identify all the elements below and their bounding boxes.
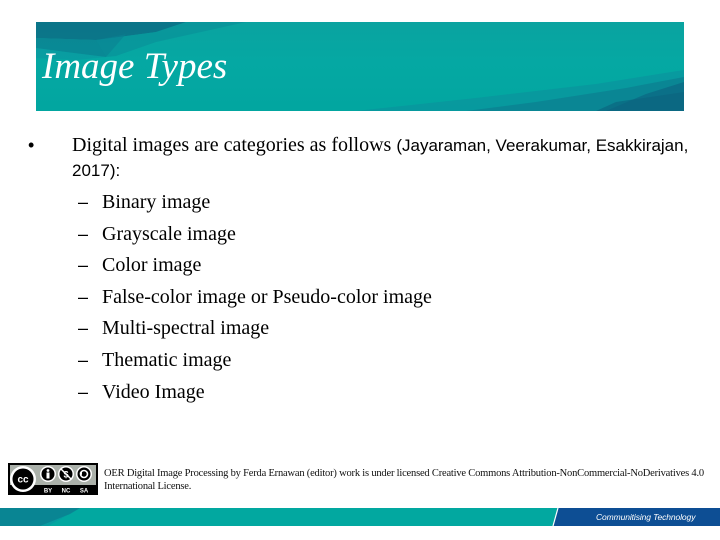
- slide-title: Image Types: [42, 46, 228, 87]
- bullet-text: Digital images are categories as follows…: [72, 133, 702, 183]
- attribution-icon: [40, 466, 56, 482]
- noncommercial-icon: $: [58, 466, 74, 482]
- dash-icon: –: [78, 349, 89, 370]
- list-item: – Grayscale image: [78, 221, 432, 253]
- badge-label-nc: NC: [62, 489, 71, 495]
- bullet-main-text: Digital images are categories as follows: [72, 134, 397, 156]
- dash-icon: –: [78, 286, 89, 307]
- svg-text:cc: cc: [17, 475, 29, 486]
- title-banner: Image Types: [36, 22, 684, 111]
- list-item: – Video Image: [78, 379, 432, 411]
- dash-icon: –: [78, 255, 89, 276]
- list-item: – Thematic image: [78, 347, 432, 379]
- list-item-label: Grayscale image: [102, 222, 236, 245]
- list-item-label: False-color image or Pseudo-color image: [102, 285, 432, 308]
- footer-bar: Communitising Technology: [0, 508, 720, 526]
- list-item-label: Thematic image: [102, 348, 232, 371]
- list-item-label: Video Image: [102, 380, 205, 403]
- list-item-label: Multi-spectral image: [102, 317, 270, 340]
- dash-icon: –: [78, 318, 89, 339]
- list-item: – Color image: [78, 252, 432, 284]
- dash-icon: –: [78, 223, 89, 244]
- dash-icon: –: [78, 192, 89, 212]
- list-item-label: Color image: [102, 254, 202, 277]
- license-text: OER Digital Image Processing by Ferda Er…: [104, 468, 704, 492]
- footer-tagline: Communitising Technology: [596, 512, 696, 522]
- list-item-label: Binary image: [102, 191, 211, 213]
- license-block: cc $ BY NC SA OER Digital Image Processi…: [8, 463, 708, 499]
- dash-icon: –: [78, 381, 89, 402]
- bullet-icon: •: [28, 135, 35, 155]
- list-item: – False-color image or Pseudo-color image: [78, 284, 432, 316]
- badge-label-sa: SA: [80, 489, 89, 495]
- share-alike-icon: [76, 466, 92, 482]
- list-item: – Binary image: [78, 189, 432, 221]
- cc-icon: cc: [10, 466, 36, 492]
- cc-license-badge[interactable]: cc $ BY NC SA: [8, 463, 98, 495]
- badge-label-by: BY: [44, 489, 52, 495]
- list-item: – Multi-spectral image: [78, 315, 432, 347]
- image-types-list: – Binary image – Grayscale image – Color im…: [78, 189, 432, 410]
